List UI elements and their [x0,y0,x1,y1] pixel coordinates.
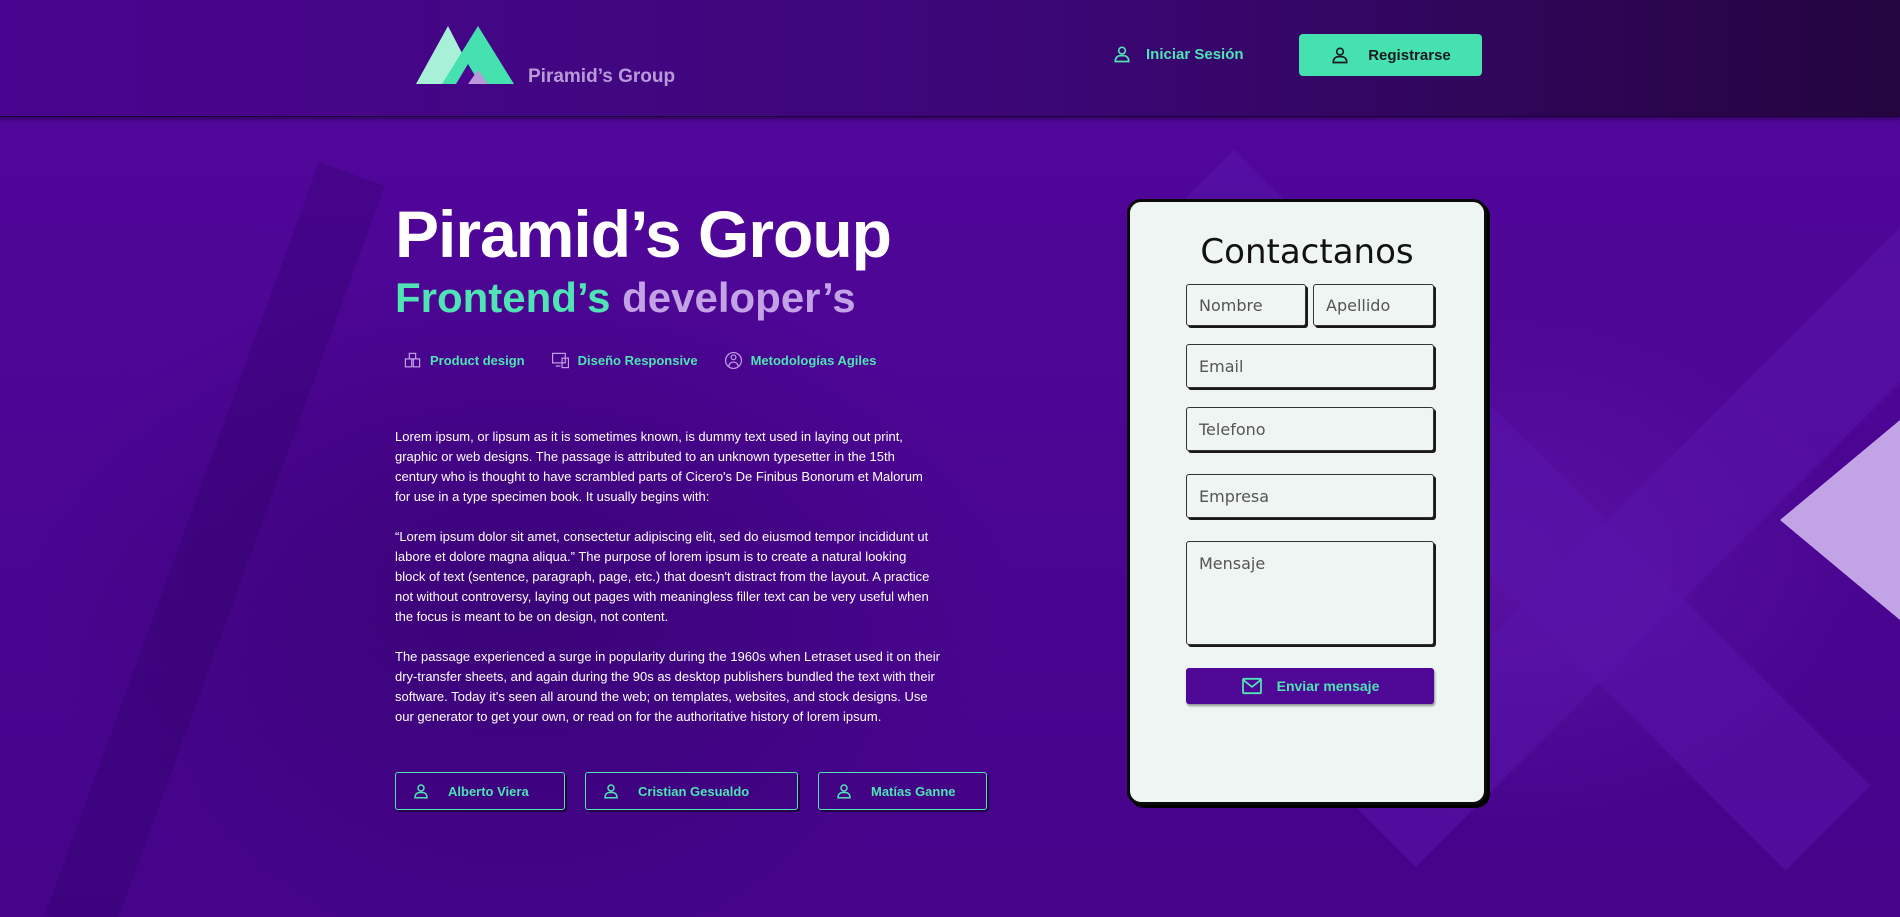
skill-product-design: Product design [403,351,525,370]
brand-logo[interactable]: Piramid’s Group [416,24,676,88]
contact-form-card: Contactanos Enviar mensaje [1127,199,1487,805]
member-button-alberto-viera[interactable]: Alberto Viera [395,772,565,810]
user-icon [837,784,851,799]
first-name-field[interactable] [1186,284,1306,326]
user-icon [1114,46,1130,63]
login-link[interactable]: Iniciar Sesión [1112,40,1244,68]
skill-label: Diseño Responsive [577,353,698,368]
mail-icon [1241,677,1262,695]
about-text: Lorem ipsum, or lipsum as it is sometime… [395,427,940,747]
email-field[interactable] [1186,344,1434,388]
register-label: Registrarse [1368,46,1451,64]
skill-responsive-design: Diseño Responsive [551,351,698,370]
about-paragraph: The passage experienced a surge in popul… [395,649,940,724]
user-icon [414,784,428,799]
send-message-button[interactable]: Enviar mensaje [1186,668,1434,704]
skills-list: Product design Diseño Responsive Metodol… [403,351,876,370]
about-paragraph: “Lorem ipsum dolor sit amet, consectetur… [395,529,930,624]
decorative-triangle [1780,420,1900,620]
about-paragraph: Lorem ipsum, or lipsum as it is sometime… [395,429,923,504]
company-field[interactable] [1186,474,1434,518]
skill-agile-methodologies: Metodologías Agiles [724,351,877,370]
mountain-logo-icon [416,26,514,84]
message-field[interactable] [1186,541,1434,645]
member-name: Alberto Viera [448,783,529,799]
member-name: Matías Ganne [871,783,956,799]
member-button-matias-ganne[interactable]: Matías Ganne [818,772,987,810]
hero-subtitle: Frontend’s developer’s [395,274,856,322]
background-stripe [45,162,385,917]
top-navbar: Piramid’s Group Iniciar Sesión Registrar… [0,0,1900,117]
phone-field[interactable] [1186,407,1434,451]
user-icon [1332,47,1348,64]
member-button-cristian-gesualdo[interactable]: Cristian Gesualdo [585,772,798,810]
hero-title: Piramid’s Group [395,197,892,271]
hero-subtitle-developer: developer’s [622,274,856,321]
agile-methodologies-icon [724,351,742,370]
skill-label: Product design [430,353,525,368]
login-label: Iniciar Sesión [1146,45,1244,63]
register-button[interactable]: Registrarse [1299,34,1482,76]
product-design-icon [404,352,421,368]
last-name-field[interactable] [1313,284,1434,326]
send-message-label: Enviar mensaje [1276,678,1380,694]
hero-subtitle-frontend: Frontend’s [395,274,611,321]
responsive-design-icon [551,352,569,369]
brand-name: Piramid’s Group [528,66,676,87]
user-icon [604,784,618,799]
skill-label: Metodologías Agiles [750,353,877,368]
team-members: Alberto Viera Cristian Gesualdo Matías G… [395,772,987,810]
member-name: Cristian Gesualdo [638,783,750,799]
contact-form-title: Contactanos [1200,232,1414,272]
